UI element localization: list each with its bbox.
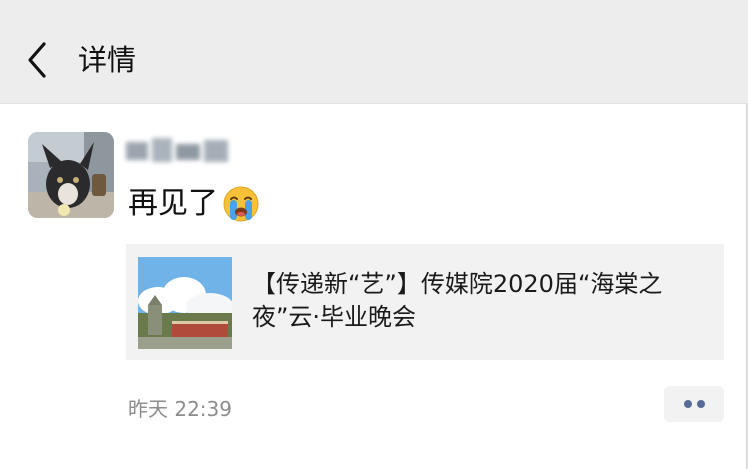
post-content: 再见了 (128, 184, 260, 224)
chevron-left-icon (28, 42, 46, 78)
post-text: 再见了 (128, 186, 218, 221)
more-button[interactable] (664, 386, 724, 422)
shared-link-card[interactable]: 【传递新“艺”】传媒院2020届“海棠之夜”云·毕业晚会 (126, 244, 724, 360)
more-dots-icon (684, 400, 705, 408)
nickname-blurred[interactable] (120, 130, 236, 170)
top-bar: 详情 (0, 0, 748, 104)
post-timestamp: 昨天 22:39 (128, 397, 232, 421)
back-button[interactable] (20, 38, 56, 82)
page-title: 详情 (78, 43, 137, 77)
avatar[interactable] (28, 132, 114, 218)
link-thumbnail (138, 257, 232, 349)
link-title: 【传递新“艺”】传媒院2020届“海棠之夜”云·毕业晚会 (252, 270, 663, 331)
loudly-crying-face-icon (222, 185, 260, 223)
avatar-photo (28, 132, 114, 218)
campus-photo (138, 257, 232, 349)
